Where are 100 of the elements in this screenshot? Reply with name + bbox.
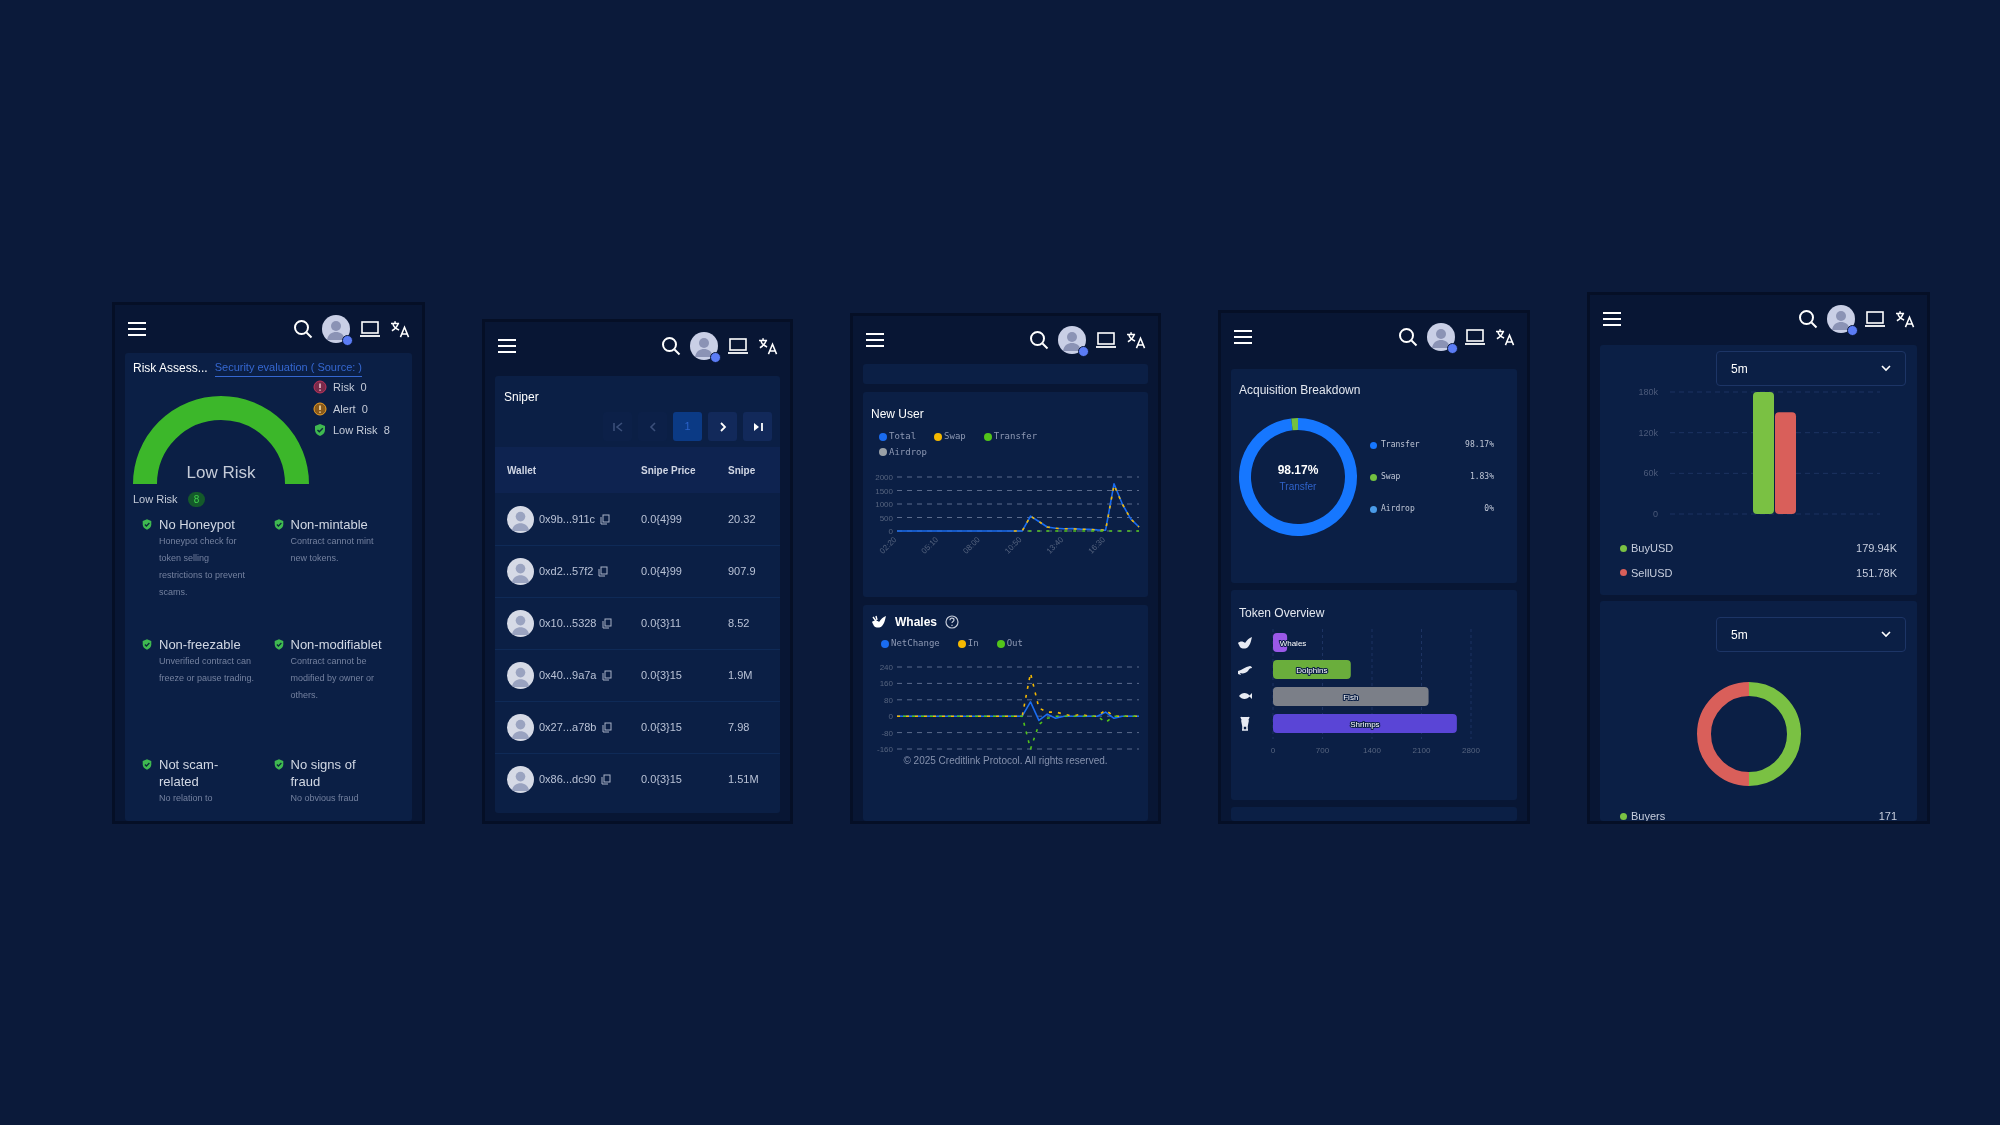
laptop-icon[interactable] <box>359 320 381 338</box>
user-avatar <box>507 558 534 585</box>
wallet-address: 0x86...dc90 <box>539 772 596 788</box>
shield-icon <box>141 517 153 531</box>
network-badge <box>342 335 353 346</box>
menu-icon[interactable] <box>865 332 885 348</box>
wallet-address: 0x40...9a7a <box>539 668 597 684</box>
copy-icon[interactable] <box>601 618 612 629</box>
check-description: Contract cannot mint new tokens. <box>290 534 375 565</box>
user-avatar[interactable] <box>1827 305 1855 333</box>
legend-value: 151.78K <box>1856 565 1897 581</box>
legend-label[interactable]: Out <box>1006 637 1023 651</box>
column-header: Snipe <box>728 463 757 478</box>
search-icon[interactable] <box>1798 309 1818 329</box>
check-title: No Honeypot <box>159 515 236 533</box>
table-cell-text: 20.32 <box>728 511 757 527</box>
table-cell-text: 0.0{3}15 <box>641 668 683 684</box>
user-avatar <box>507 714 534 741</box>
copy-icon[interactable] <box>600 513 611 525</box>
copy-icon[interactable] <box>600 774 611 785</box>
interval-select[interactable]: 5m <box>1716 617 1906 652</box>
legend-label: Transfer <box>1381 439 1421 451</box>
check-title: Non-modifiablet <box>290 635 383 653</box>
user-avatar[interactable] <box>322 315 350 343</box>
table-cell-text: 0.0{3}11 <box>641 616 683 632</box>
menu-icon[interactable] <box>1233 329 1253 345</box>
search-icon[interactable] <box>1398 327 1418 347</box>
search-icon[interactable] <box>293 319 313 339</box>
translate-icon[interactable] <box>1495 328 1515 346</box>
bar-label: Dolphins <box>1296 666 1328 675</box>
chevron-down-icon <box>1881 631 1891 638</box>
user-avatar <box>507 610 534 637</box>
alert-icon <box>313 401 327 416</box>
user-avatar <box>507 505 534 533</box>
menu-icon[interactable] <box>1602 311 1622 327</box>
wallet-address: 0xd2...57f2 <box>539 564 594 580</box>
legend-label: Airdrop <box>1381 503 1416 515</box>
check-description: Unverified contract can freeze or pause trading. <box>159 654 255 685</box>
copy-icon[interactable] <box>601 670 612 681</box>
menu-icon[interactable] <box>127 321 147 337</box>
search-icon[interactable] <box>1029 330 1049 350</box>
axis-label: 500 <box>879 513 893 523</box>
center-label: Transfer <box>1279 479 1317 494</box>
search-icon[interactable] <box>661 336 681 356</box>
user-avatar[interactable] <box>1427 323 1455 351</box>
column-header: Wallet <box>506 463 538 478</box>
source-link[interactable]: Security evaluation ( Source: ) <box>214 359 363 377</box>
translate-icon[interactable] <box>1126 331 1146 349</box>
legend-label[interactable]: In <box>967 637 979 651</box>
last-page-button[interactable] <box>743 412 772 441</box>
laptop-icon[interactable] <box>1864 310 1886 328</box>
help-icon[interactable] <box>945 615 959 629</box>
laptop-icon[interactable] <box>1095 331 1117 349</box>
legend-label[interactable]: Swap <box>944 430 966 444</box>
table-cell-text: 0.0{4}99 <box>641 564 683 580</box>
menu-icon[interactable] <box>497 338 517 354</box>
copy-icon[interactable] <box>598 566 609 577</box>
legend-label[interactable]: Transfer <box>993 430 1038 444</box>
legend-label[interactable]: NetChange <box>891 637 940 651</box>
card-title: Whales <box>895 614 937 631</box>
translate-icon[interactable] <box>390 320 410 338</box>
shield-icon <box>272 637 285 651</box>
card-title: Risk Assess... <box>133 360 208 377</box>
summary-count: 0 <box>360 380 367 395</box>
network-badge <box>1447 343 1458 354</box>
legend-label[interactable]: Total <box>889 430 917 444</box>
user-avatar[interactable] <box>1058 326 1086 354</box>
legend-label: BuyUSD <box>1631 541 1675 556</box>
translate-icon[interactable] <box>758 337 778 355</box>
check-description: Contract cannot be modified by owner or others. <box>290 654 376 702</box>
axis-label: 160 <box>879 678 893 688</box>
card-title: New User <box>870 406 925 423</box>
laptop-icon[interactable] <box>727 337 749 355</box>
legend-value: 179.94K <box>1856 541 1897 556</box>
translate-icon[interactable] <box>1895 310 1915 328</box>
interval-select[interactable]: 5m <box>1716 351 1906 386</box>
axis-label: 120k <box>1638 427 1658 438</box>
axis-label: 2100 <box>1412 746 1431 755</box>
check-description: No obvious fraud <box>290 791 360 805</box>
axis-label: 1500 <box>875 486 893 496</box>
chevron-down-icon <box>1881 365 1891 372</box>
user-avatar[interactable] <box>690 332 718 360</box>
center-value: 98.17% <box>1277 461 1319 479</box>
bar-label: Fish <box>1343 693 1359 702</box>
card-title: Acquisition Breakdown <box>1238 382 1362 399</box>
copy-icon[interactable] <box>601 722 612 733</box>
user-avatar <box>507 662 534 689</box>
axis-label: -80 <box>881 728 893 738</box>
network-badge <box>710 352 721 363</box>
axis-label: -160 <box>877 744 893 754</box>
bar-label: Shrimps <box>1350 720 1380 729</box>
network-badge <box>1078 346 1089 357</box>
laptop-icon[interactable] <box>1464 328 1486 346</box>
legend-label[interactable]: Airdrop <box>889 445 927 459</box>
next-page-button[interactable] <box>708 412 737 441</box>
network-badge <box>1847 325 1858 336</box>
footer-text: © 2025 Creditlink Protocol. All rights reserved. <box>902 753 1109 768</box>
summary-count: 0 <box>361 401 368 417</box>
wallet-address: 0x9b...911c <box>539 511 596 527</box>
axis-label: 1000 <box>875 500 893 509</box>
